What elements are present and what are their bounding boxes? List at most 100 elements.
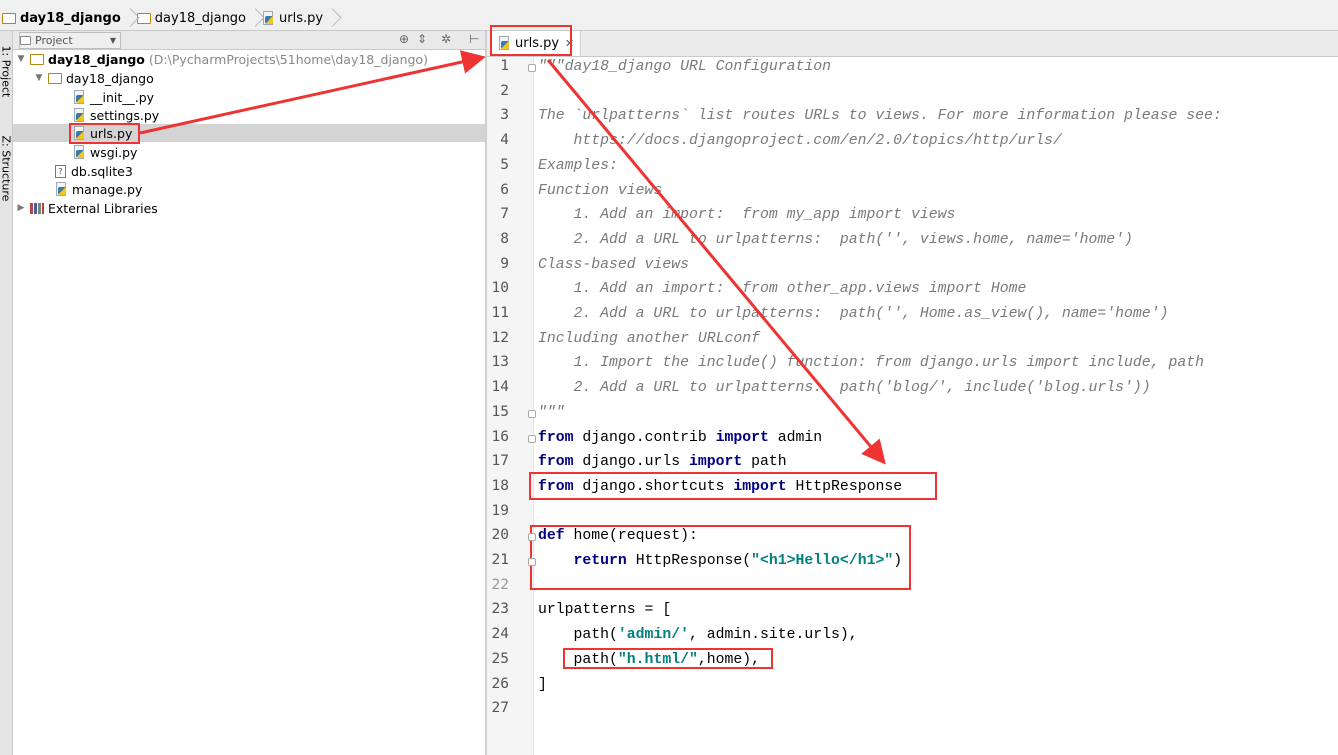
line-number-gutter: 1 2 3 4 5 6 7 8 9 10 11 12 13 14 15 16 17 18 19 20 21 22 23 24 2… (487, 57, 534, 755)
line-number: 25 (491, 650, 509, 667)
tree-item-wsgi[interactable]: wsgi.py (13, 143, 545, 161)
collapse-all-icon[interactable]: ⇕ (417, 32, 427, 46)
code-line[interactable]: """day18_django URL Configuration (538, 57, 831, 77)
tree-item-init[interactable]: __init__.py (13, 88, 545, 106)
expand-arrow-icon[interactable]: ▼ (34, 73, 44, 83)
tree-item-package[interactable]: ▼ day18_django (13, 69, 506, 87)
structure-tool-tab[interactable]: Z: Structure (0, 136, 13, 202)
line-number: 16 (491, 428, 509, 445)
code-line[interactable]: from django.contrib import admin (538, 428, 822, 448)
comment-token: The `urlpatterns` list routes URLs to vi… (538, 108, 1222, 125)
comment-token: https://docs.djangoproject.com/en/2.0/to… (538, 133, 1062, 150)
fold-marker-icon[interactable] (528, 409, 536, 418)
python-file-icon (262, 11, 275, 26)
project-tool-tab[interactable]: 1: Project (0, 46, 13, 98)
keyword-token: from (538, 454, 574, 471)
comment-token: Class-based views (538, 256, 689, 273)
line-number: 3 (500, 107, 509, 124)
line-number: 18 (491, 477, 509, 494)
comment-token: Function views (538, 182, 663, 199)
line-number: 9 (500, 255, 509, 272)
project-view-selector[interactable]: Project ▼ (19, 31, 121, 49)
line-number: 2 (500, 82, 509, 99)
breadcrumb-separator (329, 7, 337, 30)
expand-arrow-right-icon[interactable]: ▶ (16, 203, 26, 213)
folder-icon (30, 53, 44, 65)
code-line[interactable]: Including another URLconf (538, 329, 760, 349)
line-number: 17 (491, 453, 509, 470)
comment-token: 2. Add a URL to urlpatterns: path('blog/… (538, 380, 1151, 397)
annotation-box-import (529, 472, 937, 500)
code-token: , admin.site.urls), (688, 627, 858, 644)
annotation-box-home-view (530, 525, 911, 590)
comment-token: 2. Add a URL to urlpatterns: path('', Ho… (538, 306, 1169, 322)
scroll-from-source-icon[interactable]: ⊕ (399, 32, 409, 46)
line-number: 13 (491, 354, 509, 371)
code-token: admin (768, 429, 823, 446)
code-line[interactable]: urlpatterns = [ (538, 600, 671, 620)
code-token: django.urls (573, 454, 689, 471)
code-line[interactable]: from django.urls import path (538, 452, 787, 472)
comment-token: Including another URLconf (538, 330, 760, 347)
python-file-icon (73, 144, 86, 160)
annotation-box-tab (490, 25, 572, 56)
line-number: 5 (500, 156, 509, 173)
editor-tab-bar: urls.py ✕ (487, 31, 1338, 57)
project-panel-header: Project ▼ ⊕ ⇕ ✲ ⊢ (13, 31, 485, 50)
code-token: ] (538, 676, 547, 693)
code-line[interactable]: 1. Add an import: from my_app import vie… (538, 205, 956, 225)
breadcrumb-project[interactable]: day18_django (0, 7, 127, 30)
code-line[interactable]: path('admin/', admin.site.urls), (538, 625, 858, 645)
code-line[interactable]: https://docs.djangoproject.com/en/2.0/to… (538, 131, 1062, 151)
comment-token: 1. Add an import: from other_app.views i… (538, 281, 1027, 298)
gear-icon[interactable]: ✲ (441, 32, 451, 46)
line-number: 10 (491, 280, 509, 297)
comment-token: """day18_django URL Configuration (538, 59, 832, 75)
code-line[interactable]: Examples: (538, 156, 618, 176)
line-number: 26 (491, 675, 509, 692)
line-number: 7 (500, 206, 509, 223)
python-file-icon (73, 107, 86, 123)
expand-arrow-icon[interactable]: ▼ (16, 54, 26, 64)
line-number: 6 (500, 181, 509, 198)
code-line[interactable]: 1. Add an import: from other_app.views i… (538, 279, 1027, 299)
line-number: 19 (491, 502, 509, 519)
code-line[interactable]: """ (538, 403, 565, 423)
breadcrumb-file[interactable]: urls.py (260, 7, 329, 30)
tree-item-db[interactable]: ? db.sqlite3 (13, 162, 527, 180)
code-line[interactable]: 2. Add a URL to urlpatterns: path('', vi… (538, 230, 1133, 250)
folder-icon (2, 13, 16, 24)
library-icon (30, 202, 44, 214)
fold-marker-icon[interactable] (528, 434, 536, 443)
code-line[interactable]: The `urlpatterns` list routes URLs to vi… (538, 106, 1222, 126)
comment-token: 1. Import the include() function: from d… (538, 355, 1204, 372)
breadcrumb-separator (252, 7, 260, 30)
code-token: path (742, 454, 787, 471)
line-number: 22 (491, 576, 509, 593)
tree-item-manage[interactable]: manage.py (13, 180, 527, 198)
comment-token: 2. Add a URL to urlpatterns: path('', vi… (538, 231, 1133, 248)
fold-marker-icon[interactable] (528, 64, 536, 72)
line-number: 24 (491, 626, 509, 643)
database-file-icon: ? (55, 164, 66, 178)
code-line[interactable]: Function views (538, 181, 662, 201)
code-line[interactable]: ] (538, 675, 547, 695)
tree-item-project-root[interactable]: ▼ day18_django (D:\PycharmProjects\51home\… (13, 50, 488, 68)
keyword-token: import (715, 429, 769, 446)
tree-item-external-libraries[interactable]: ▶ External Libraries (13, 199, 488, 217)
comment-token: Examples: (538, 157, 618, 174)
code-line[interactable]: 2. Add a URL to urlpatterns: path('', Ho… (538, 304, 1169, 324)
annotation-box-urls-file (69, 123, 140, 144)
code-line[interactable]: 1. Import the include() function: from d… (538, 353, 1204, 373)
code-line[interactable]: 2. Add a URL to urlpatterns: path('blog/… (538, 378, 1151, 398)
navigation-bar: day18_django day18_django urls.py (0, 7, 1338, 31)
code-line[interactable]: Class-based views (538, 255, 689, 275)
fold-marker-icon[interactable] (528, 533, 536, 542)
line-number: 11 (491, 305, 509, 321)
fold-marker-icon[interactable] (528, 558, 536, 566)
breadcrumb-package[interactable]: day18_django (135, 7, 252, 30)
hide-panel-icon[interactable]: ⊢ (469, 32, 479, 46)
tree-item-settings[interactable]: settings.py (13, 106, 545, 124)
title-strip (0, 0, 1338, 7)
line-number: 14 (491, 379, 509, 396)
